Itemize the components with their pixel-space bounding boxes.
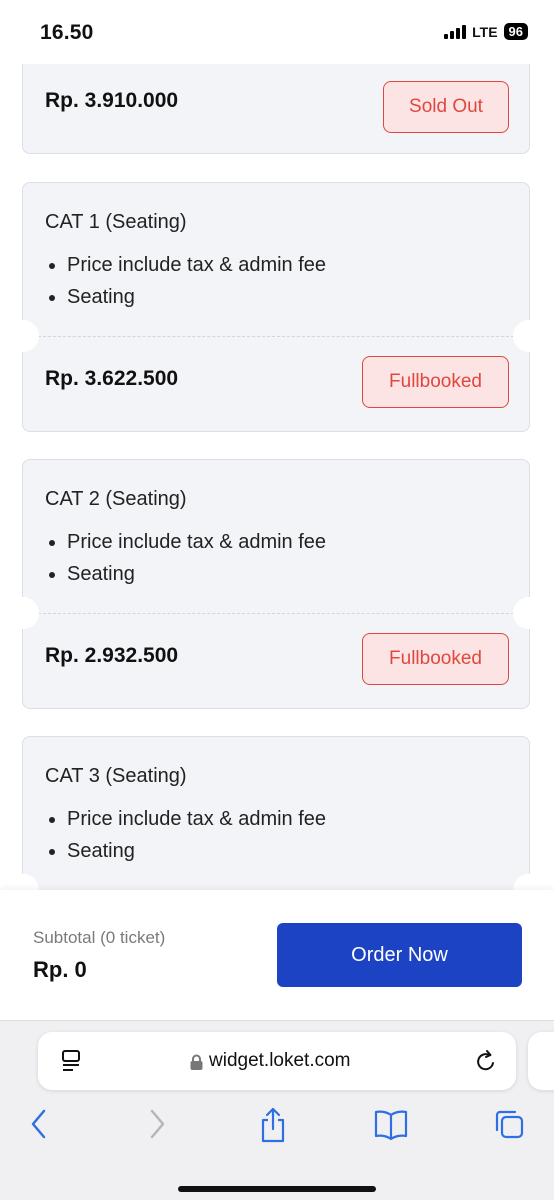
reload-icon[interactable]: [474, 1048, 498, 1074]
status-indicators: LTE 96: [444, 23, 528, 40]
status-time: 16.50: [40, 21, 94, 44]
subtotal-label: Subtotal (0 ticket): [33, 928, 166, 947]
ticket-card[interactable]: CAT 1 (Seating) Price include tax & admi…: [7, 182, 545, 432]
share-icon[interactable]: [258, 1107, 288, 1143]
feature-item: Price include tax & admin fee: [67, 526, 326, 558]
feature-item: Price include tax & admin fee: [67, 803, 326, 835]
lock-icon: [190, 1054, 203, 1070]
ticket-price: Rp. 2.932.500: [45, 644, 179, 667]
battery-icon: 96: [503, 23, 528, 40]
order-now-button[interactable]: Order Now: [277, 923, 522, 987]
reader-icon[interactable]: [60, 1049, 82, 1073]
forward-icon[interactable]: [146, 1107, 168, 1141]
feature-item: Seating: [67, 835, 326, 867]
back-icon[interactable]: [28, 1107, 50, 1141]
bookmarks-icon[interactable]: [373, 1107, 409, 1141]
feature-item: Seating: [67, 281, 326, 313]
sold-out-badge: Sold Out: [383, 81, 509, 133]
fullbooked-badge: Fullbooked: [362, 633, 509, 685]
ticket-card: Rp. 3.910.000 Sold Out: [22, 64, 530, 154]
card-notch: [513, 874, 545, 890]
card-notch: [7, 320, 39, 352]
url-text[interactable]: widget.loket.com: [209, 1050, 351, 1072]
card-notch: [513, 320, 545, 352]
ticket-divider: [23, 336, 529, 337]
ticket-features: Price include tax & admin fee Seating: [45, 803, 326, 867]
feature-item: Price include tax & admin fee: [67, 249, 326, 281]
card-notch: [513, 597, 545, 629]
ticket-features: Price include tax & admin fee Seating: [45, 526, 326, 590]
order-footer: Subtotal (0 ticket) Rp. 0 Order Now: [0, 890, 554, 1020]
ticket-features: Price include tax & admin fee Seating: [45, 249, 326, 313]
fullbooked-badge: Fullbooked: [362, 356, 509, 408]
feature-item: Seating: [67, 558, 326, 590]
ticket-title: CAT 3 (Seating): [45, 765, 187, 787]
ticket-card[interactable]: CAT 2 (Seating) Price include tax & admi…: [7, 459, 545, 709]
network-label: LTE: [472, 23, 498, 40]
home-indicator: [178, 1186, 376, 1192]
ticket-price: Rp. 3.622.500: [45, 367, 179, 390]
ticket-divider: [23, 613, 529, 614]
tabs-icon[interactable]: [492, 1107, 526, 1141]
ticket-list[interactable]: Rp. 3.910.000 Sold Out CAT 1 (Seating) P…: [0, 64, 554, 890]
ticket-card[interactable]: CAT 3 (Seating) Price include tax & admi…: [7, 736, 545, 890]
card-notch: [7, 597, 39, 629]
status-bar: 16.50 LTE 96: [0, 0, 554, 64]
signal-icon: [444, 24, 467, 39]
next-tab-preview[interactable]: [528, 1032, 554, 1090]
ticket-price: Rp. 3.910.000: [45, 89, 179, 112]
ticket-title: CAT 2 (Seating): [45, 488, 187, 510]
browser-toolbar: widget.loket.com: [0, 1020, 554, 1200]
ticket-title: CAT 1 (Seating): [45, 211, 187, 233]
card-notch: [7, 874, 39, 890]
address-bar[interactable]: widget.loket.com: [38, 1032, 516, 1090]
subtotal-value: Rp. 0: [33, 957, 87, 982]
